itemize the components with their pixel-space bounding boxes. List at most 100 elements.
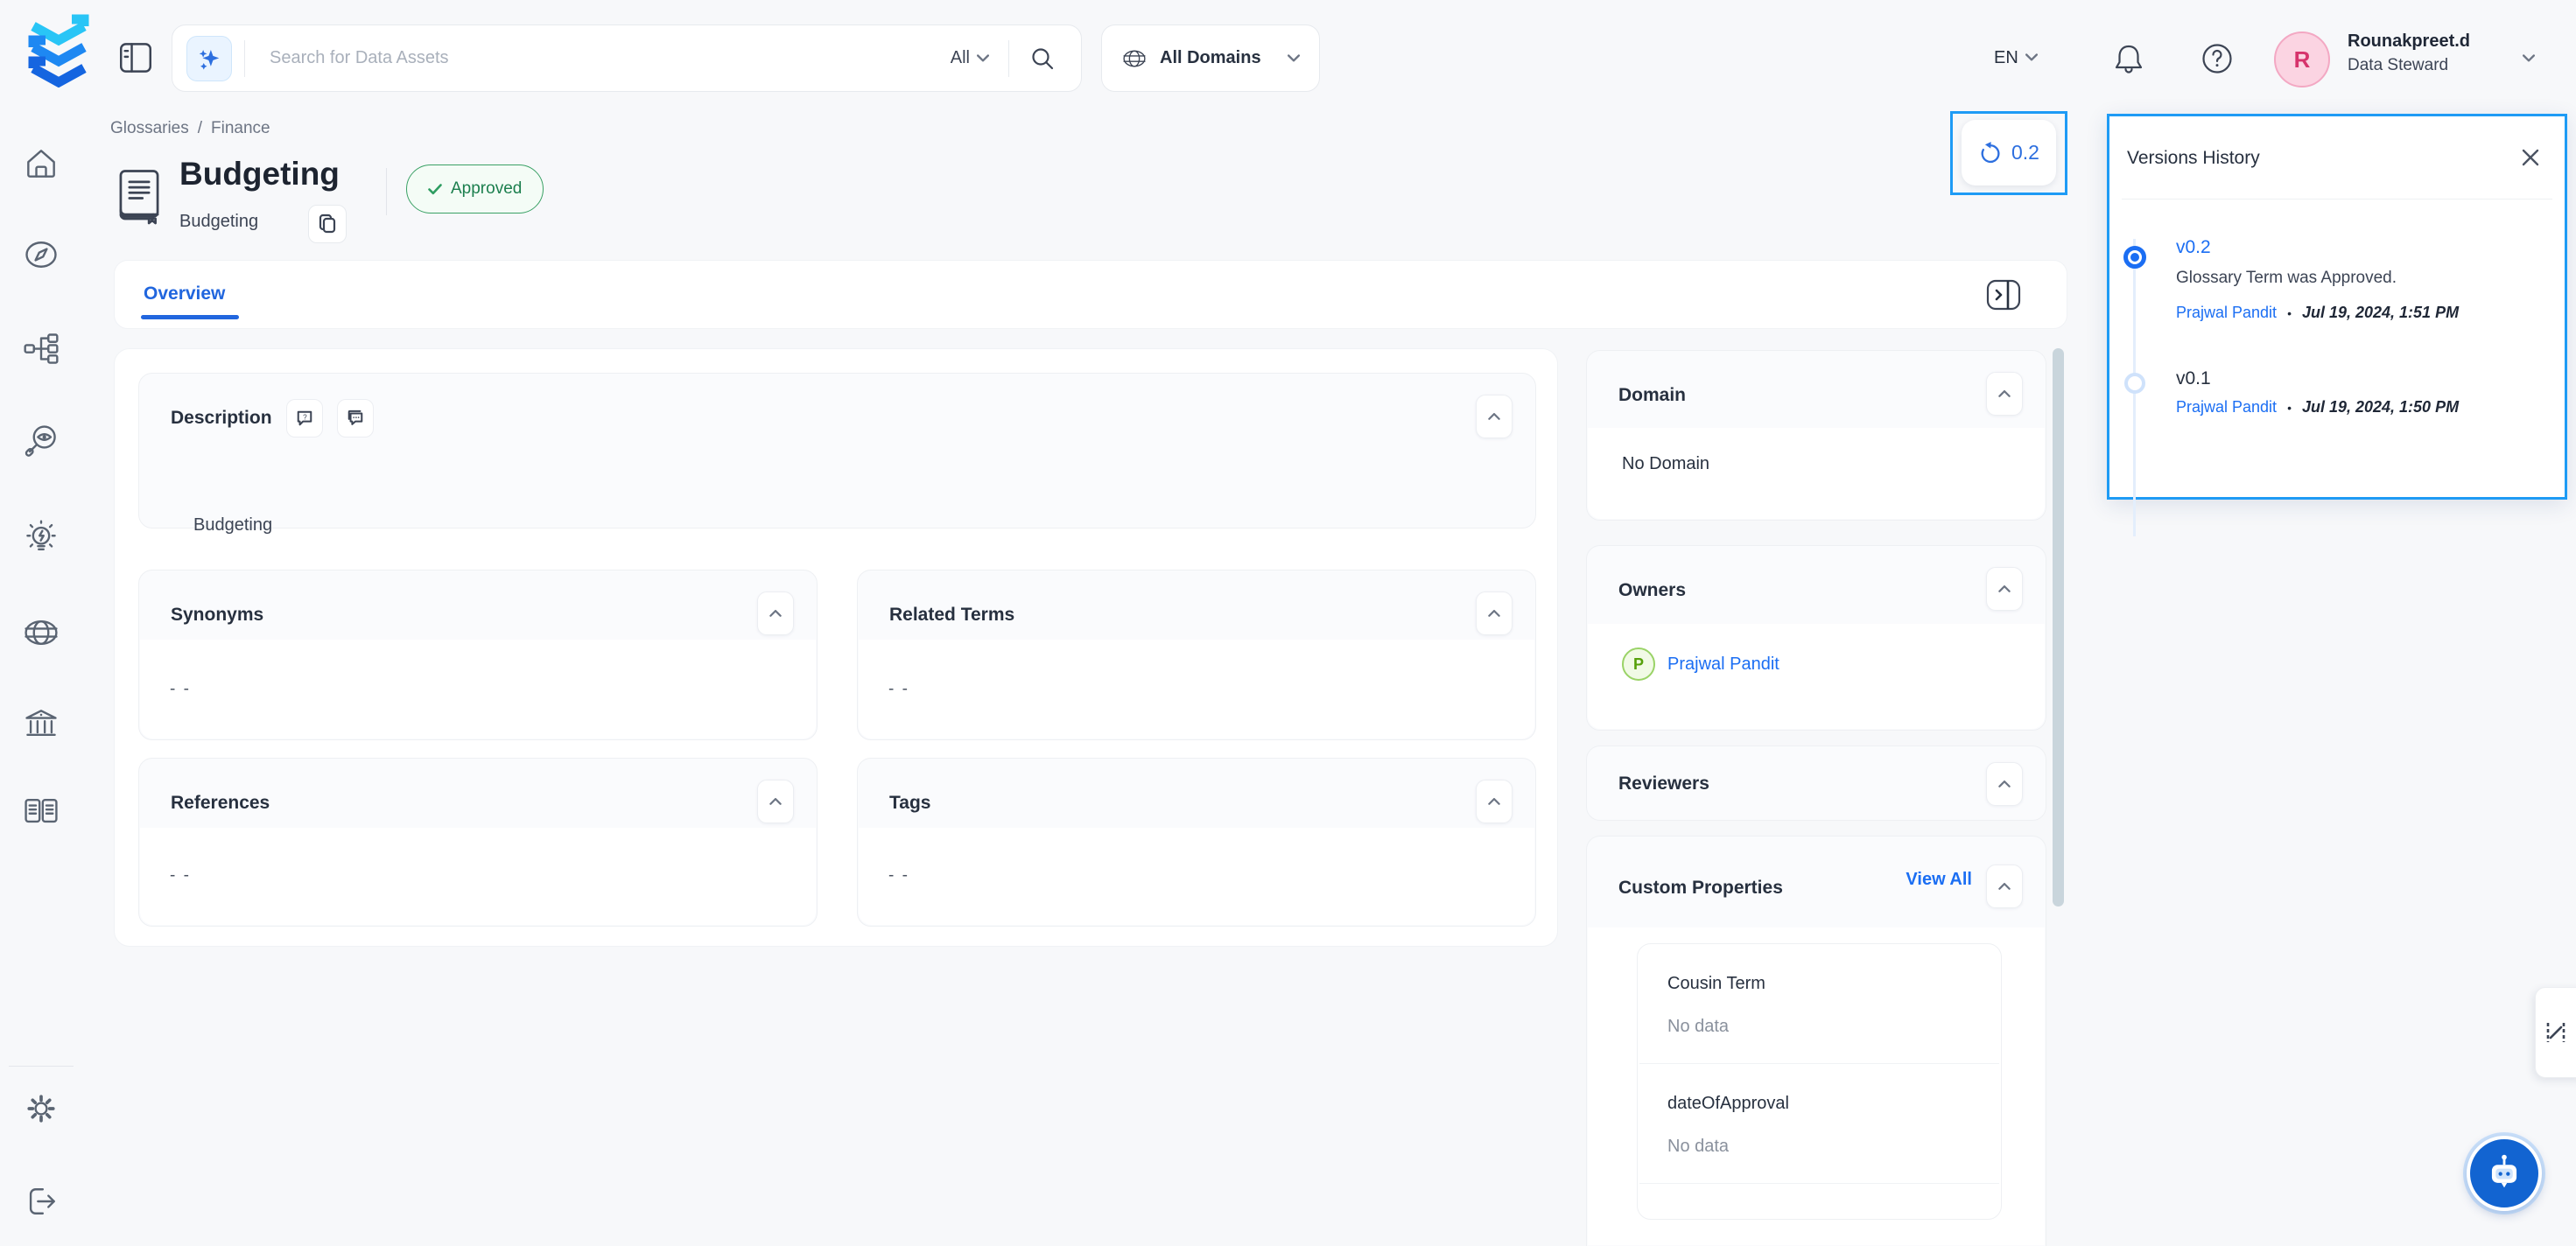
version-entry-label[interactable]: v0.2: [2176, 237, 2211, 258]
references-card: References - -: [138, 758, 818, 927]
user-menu-chevron-icon[interactable]: [2523, 54, 2535, 63]
version-author-link[interactable]: Prajwal Pandit: [2176, 398, 2277, 416]
sidebar-item-glossary[interactable]: [18, 788, 65, 835]
sidebar-item-governance[interactable]: [18, 700, 65, 747]
collapse-references-button[interactable]: [757, 780, 794, 823]
sidebar-item-insights[interactable]: [18, 514, 65, 562]
observability-icon: [22, 423, 60, 461]
custom-property-row: dateOfApproval No data: [1638, 1064, 2001, 1183]
collapse-domain-button[interactable]: [1986, 372, 2023, 416]
chevron-up-icon: [1998, 883, 2011, 891]
owner-name-link[interactable]: Prajwal Pandit: [1667, 654, 1779, 675]
synonyms-empty-value: - -: [170, 680, 191, 699]
home-icon: [22, 144, 60, 183]
global-search-bar[interactable]: Search for Data Assets All: [172, 24, 1082, 92]
language-selector[interactable]: EN: [1994, 35, 2038, 80]
owner-avatar: P: [1622, 648, 1655, 681]
tags-title: Tags: [889, 793, 930, 814]
collapse-related-terms-button[interactable]: [1476, 592, 1513, 635]
sidebar-item-lineage[interactable]: [18, 326, 65, 373]
collapse-tags-button[interactable]: [1476, 780, 1513, 823]
owners-title: Owners: [1618, 580, 1686, 601]
chat-bot-icon: [2481, 1151, 2527, 1196]
copy-button[interactable]: [308, 205, 347, 243]
bullet: •: [2287, 306, 2292, 320]
help-icon[interactable]: [2200, 42, 2234, 75]
sparkle-icon[interactable]: [186, 36, 232, 81]
collapse-owners-button[interactable]: [1986, 567, 2023, 611]
sidebar-item-domains[interactable]: [18, 609, 65, 656]
app-logo-icon[interactable]: [21, 10, 96, 88]
version-radio-unselected[interactable]: [2124, 373, 2145, 394]
sidebar-toggle-icon[interactable]: [119, 42, 152, 74]
divider: [9, 1066, 74, 1067]
edge-widget[interactable]: [2535, 987, 2576, 1078]
versions-history-panel: Versions History v0.2 Glossary Term was …: [2107, 114, 2567, 500]
version-entry-label[interactable]: v0.1: [2176, 368, 2211, 389]
request-description-button[interactable]: ?: [286, 399, 323, 438]
svg-text:?: ?: [303, 413, 307, 421]
sidebar-item-settings[interactable]: [18, 1085, 65, 1132]
collapse-description-button[interactable]: [1476, 395, 1513, 438]
chevron-up-icon: [769, 610, 782, 618]
version-label: 0.2: [2011, 141, 2039, 164]
search-icon[interactable]: [1030, 46, 1055, 71]
status-badge-label: Approved: [451, 179, 522, 199]
breadcrumb-finance[interactable]: Finance: [211, 119, 270, 138]
references-empty-value: - -: [170, 866, 191, 886]
logout-icon: [22, 1182, 60, 1221]
all-domains-dropdown[interactable]: All Domains: [1101, 24, 1320, 92]
close-icon[interactable]: [2516, 143, 2545, 172]
chevron-up-icon: [1998, 390, 2011, 398]
collapse-right-panel-icon[interactable]: [1986, 278, 2021, 312]
version-button[interactable]: 0.2: [1962, 120, 2056, 186]
chevron-down-icon: [977, 54, 989, 63]
chevron-down-icon: [1288, 54, 1300, 63]
comments-button[interactable]: [337, 399, 374, 438]
owner-item[interactable]: P Prajwal Pandit: [1622, 648, 1779, 681]
sidebar-item-observability[interactable]: [18, 418, 65, 466]
custom-properties-card: Custom Properties View All Cousin Term N…: [1586, 836, 2046, 1246]
search-input[interactable]: Search for Data Assets: [270, 48, 951, 68]
restore-icon: [1978, 141, 2003, 165]
version-entry-meta: Prajwal Pandit • Jul 19, 2024, 1:51 PM: [2176, 304, 2459, 322]
version-timestamp: Jul 19, 2024, 1:51 PM: [2302, 304, 2459, 322]
chat-bot-button[interactable]: [2467, 1136, 2542, 1211]
glossary-book-icon: [22, 792, 60, 830]
language-label: EN: [1994, 48, 2018, 68]
tab-active-underline: [141, 315, 239, 319]
collapse-reviewers-button[interactable]: [1986, 762, 2023, 806]
domain-card: Domain No Domain: [1586, 350, 2046, 521]
chevron-up-icon: [1488, 413, 1500, 421]
scrollbar[interactable]: [2053, 348, 2064, 906]
collapse-synonyms-button[interactable]: [757, 592, 794, 635]
collapse-custom-properties-button[interactable]: [1986, 864, 2023, 908]
chevron-up-icon: [1998, 585, 2011, 593]
sidebar-item-home[interactable]: [18, 140, 65, 187]
comment-question-icon: ?: [296, 410, 313, 427]
chevron-up-icon: [1488, 610, 1500, 618]
custom-property-name: Cousin Term: [1667, 974, 1971, 994]
breadcrumb: Glossaries / Finance: [110, 119, 270, 138]
custom-properties-title: Custom Properties: [1618, 878, 1783, 899]
bell-icon[interactable]: [2113, 42, 2144, 75]
tags-card: Tags - -: [857, 758, 1536, 927]
tab-overview[interactable]: Overview: [144, 284, 225, 304]
divider: [244, 40, 245, 77]
custom-property-name: dateOfApproval: [1667, 1094, 1971, 1114]
version-author-link[interactable]: Prajwal Pandit: [2176, 304, 2277, 322]
search-scope-dropdown[interactable]: All: [951, 48, 989, 68]
divider: [1008, 40, 1009, 77]
governance-bank-icon: [22, 704, 60, 743]
sidebar-item-logout[interactable]: [18, 1178, 65, 1225]
synonyms-card: Synonyms - -: [138, 570, 818, 740]
custom-properties-list: Cousin Term No data dateOfApproval No da…: [1637, 943, 2002, 1220]
user-avatar[interactable]: R: [2274, 32, 2330, 88]
breadcrumb-glossaries[interactable]: Glossaries: [110, 119, 189, 138]
comment-thread-icon: [347, 410, 364, 427]
view-all-link[interactable]: View All: [1906, 870, 1972, 890]
sidebar-item-explore[interactable]: [18, 231, 65, 278]
glossary-term-book-icon: [112, 166, 166, 226]
description-text: Budgeting: [193, 515, 272, 536]
version-radio-selected[interactable]: [2123, 246, 2146, 269]
